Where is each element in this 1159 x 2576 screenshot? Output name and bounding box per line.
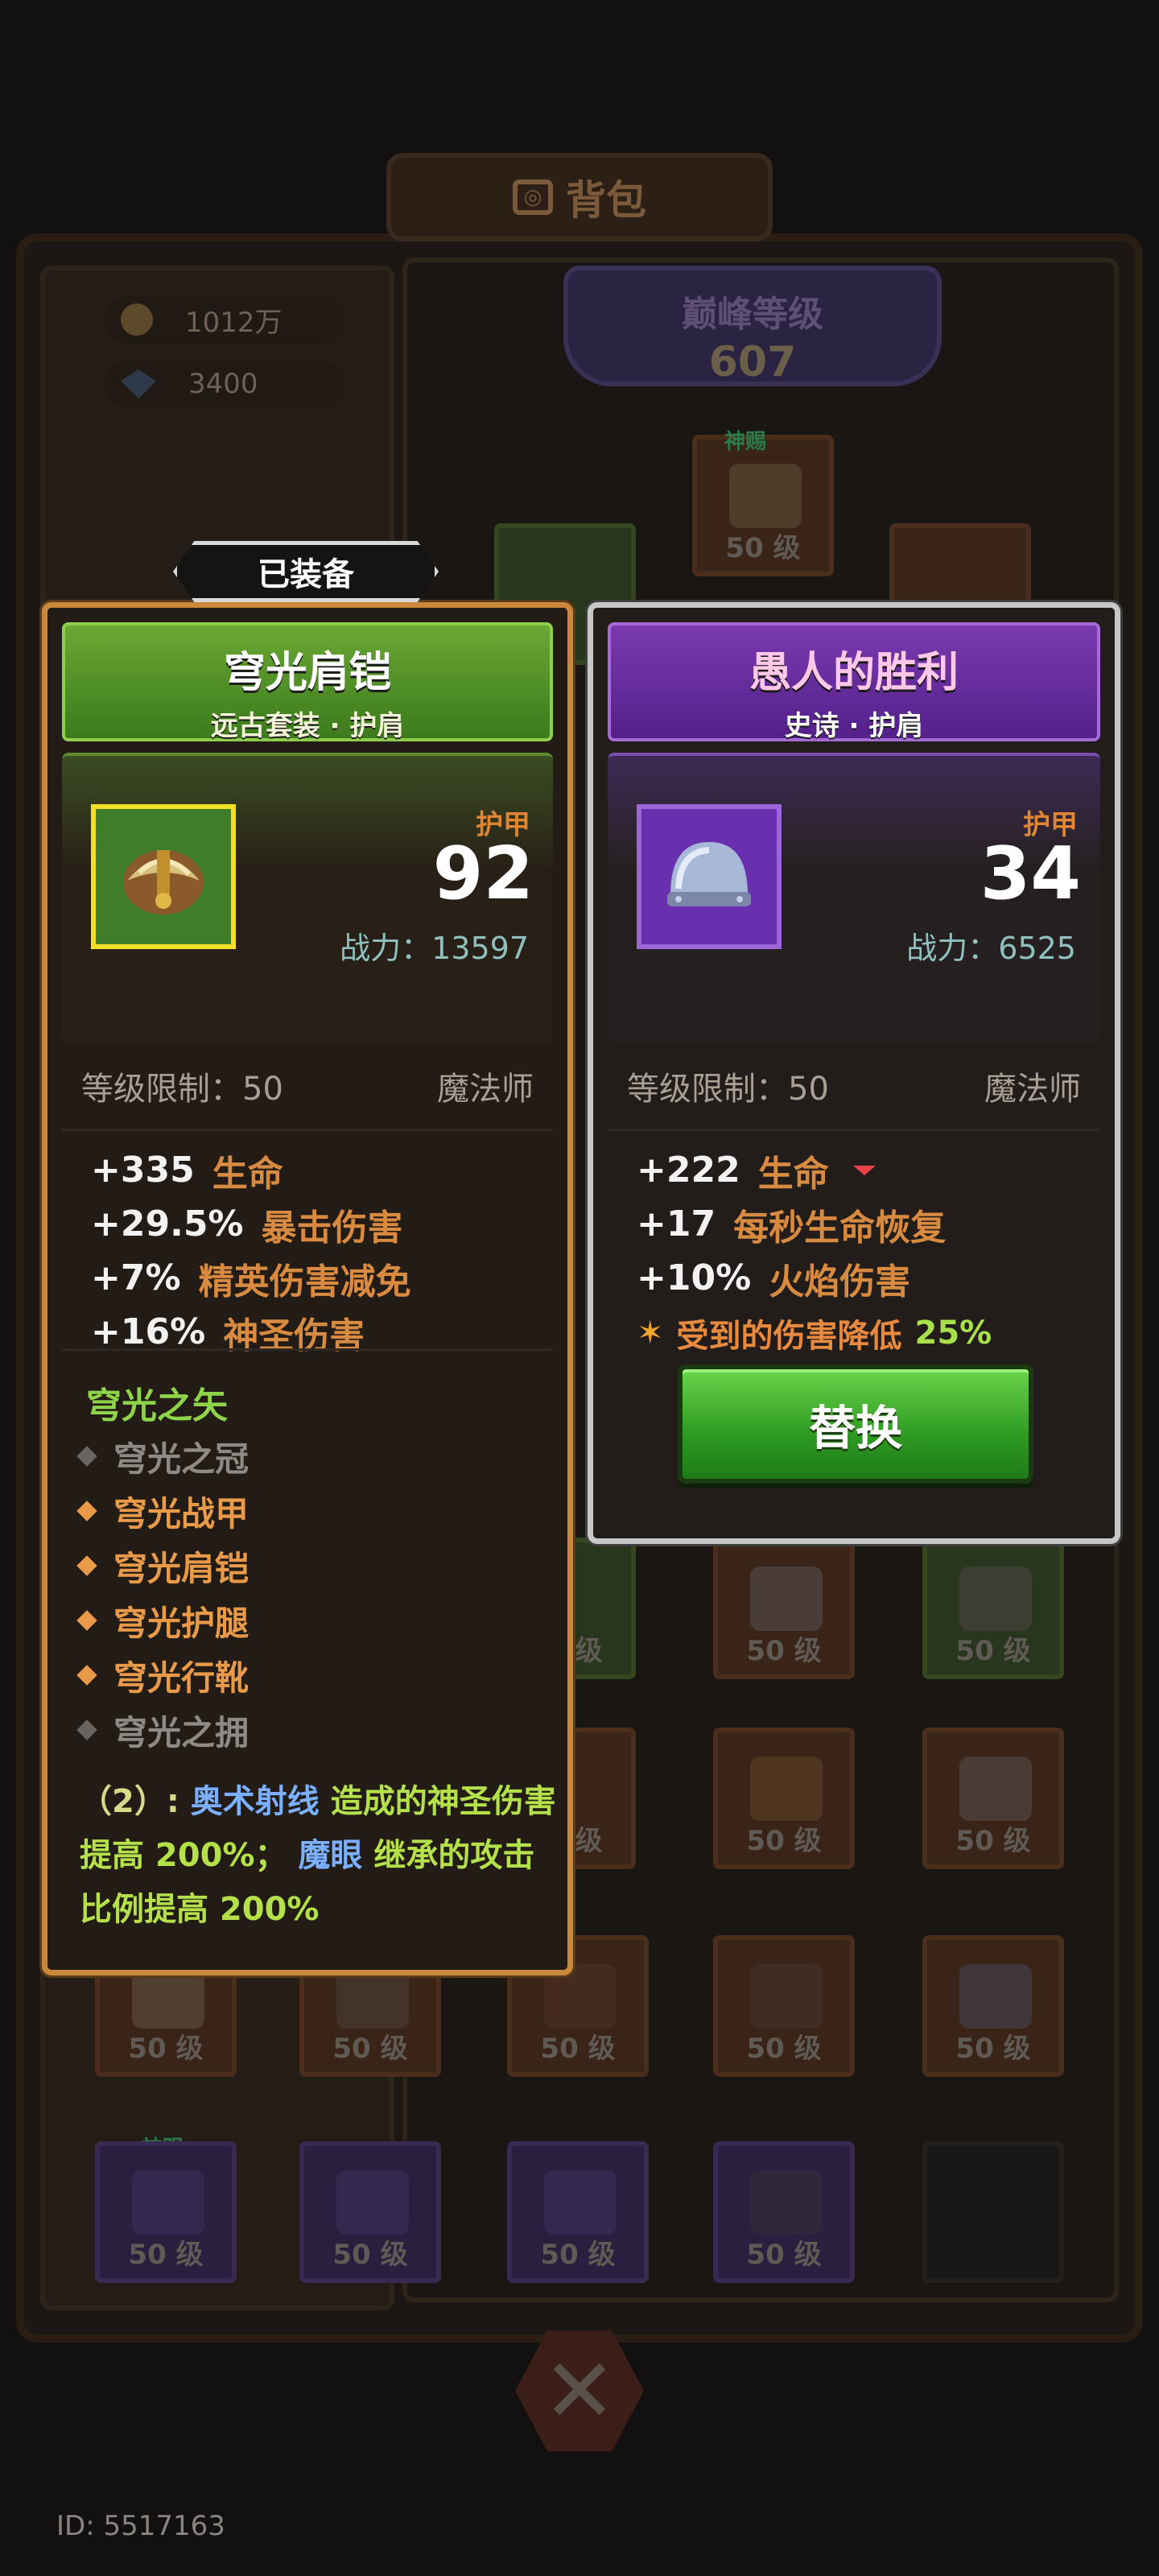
shoulder-armor-icon [91, 804, 236, 949]
inventory-empty-slot[interactable] [922, 2141, 1064, 2283]
helmet-icon [750, 2170, 823, 2235]
stat-line: +222 生命 [637, 1143, 1100, 1197]
equip-slot-book[interactable]: 50 级 [713, 1728, 855, 1869]
set-piece: 穹光肩铠 [76, 1538, 249, 1593]
candidate-item-header: 愚人的胜利 史诗 · 护肩 [608, 622, 1100, 742]
cape-icon [336, 2170, 409, 2235]
diamond-icon [76, 1610, 97, 1631]
candidate-item-card: 愚人的胜利 史诗 · 护肩 护甲 34 战力：6525 等级限制：50 魔法师 … [588, 602, 1120, 1544]
cape-icon [132, 2170, 204, 2235]
bag-icon: ◎ [513, 180, 553, 215]
inventory-cape-3[interactable]: 50 级 [507, 2141, 649, 2283]
stat-line: +7% 精英伤害减免 [91, 1257, 411, 1302]
set-bonus-text[interactable]: （2）: 奥术射线 造成的神圣伤害提高 200%； 魔眼 继承的攻击比例提高 2… [80, 1775, 563, 1960]
glove-icon [750, 1567, 823, 1631]
set-bonus-skill: 魔眼 [298, 1837, 363, 1874]
diamond-icon [76, 1665, 97, 1686]
set-piece: 穹光战甲 [76, 1484, 249, 1538]
candidate-stats: +222 生命 +17 每秒生命恢复 +10% 火焰伤害 ✶ 受到的伤害降低 2… [608, 1143, 1100, 1361]
equip-slot-gloves[interactable]: 50 级 [713, 1538, 855, 1679]
gold-amount: 1012万 [185, 306, 283, 339]
special-affix-text: 受到的伤害降低 [676, 1318, 902, 1355]
inventory-title-banner: ◎ 背包 [386, 153, 773, 242]
cape-icon [544, 2170, 617, 2235]
armor-value: 34 [980, 832, 1081, 916]
stat-line: +335 生命 [91, 1150, 283, 1195]
requirements-row: 等级限制：50 魔法师 [62, 1042, 553, 1131]
level-requirement: 等级限制：50 [81, 1070, 283, 1108]
star-icon: ✶ [637, 1315, 664, 1352]
diamond-icon [76, 1446, 97, 1467]
page-title: 背包 [566, 177, 646, 224]
set-pieces-list: 穹光之冠 穹光战甲 穹光肩铠 穹光护腿 穹光行靴 穹光之拥 [76, 1429, 249, 1757]
equipped-tag: 已装备 [173, 541, 439, 602]
equip-slot-ring[interactable]: 50 级 [922, 1935, 1064, 2077]
equip-slot-head[interactable]: 50 级 [692, 435, 834, 576]
peak-level-badge: 巅峰等级 607 [563, 266, 942, 386]
coin-icon [121, 303, 153, 336]
equipped-item-summary: 护甲 92 战力：13597 [62, 753, 553, 1042]
equipped-item-subtitle: 远古套装 · 护肩 [210, 710, 405, 742]
equipped-item-name: 穹光肩铠 [223, 649, 391, 697]
peak-level-value: 607 [708, 338, 797, 386]
set-piece: 穹光行靴 [76, 1648, 249, 1703]
set-piece: 穹光护腿 [76, 1593, 249, 1648]
divider [62, 1348, 553, 1351]
armor-value: 92 [432, 832, 534, 916]
gem-counter: 3400 [105, 359, 346, 409]
stat-line: +17 每秒生命恢复 [637, 1203, 947, 1249]
combat-power: 战力：6525 [906, 931, 1076, 966]
diamond-icon [76, 1555, 97, 1576]
equipped-stats: +335 生命 +29.5% 暴击伤害 +7% 精英伤害减免 +16% 神圣伤害 [62, 1143, 553, 1359]
equipped-item-card: 穹光肩铠 远古套装 · 护肩 护甲 92 战力：13597 等级限制：50 魔法… [42, 602, 573, 1975]
inventory-cape-1[interactable]: 50 级 [95, 2141, 237, 2283]
set-bonus-skill: 奥术射线 [190, 1783, 320, 1820]
peak-level-title: 巅峰等级 [682, 294, 823, 335]
requirements-row: 等级限制：50 魔法师 [608, 1042, 1100, 1131]
set-bonus-tier: （2）: [80, 1783, 179, 1820]
stat-line: +29.5% 暴击伤害 [91, 1203, 403, 1249]
gem-amount: 3400 [188, 368, 258, 400]
inventory-helmet[interactable]: 50 级 [713, 2141, 855, 2283]
set-piece: 穹光之拥 [76, 1703, 249, 1757]
class-requirement: 魔法师 [437, 1070, 534, 1108]
diamond-icon [76, 1501, 97, 1521]
equipped-item-header: 穹光肩铠 远古套装 · 护肩 [62, 622, 553, 742]
level-requirement: 等级限制：50 [627, 1070, 829, 1108]
candidate-item-name: 愚人的胜利 [749, 649, 959, 697]
special-affix: ✶ 受到的伤害降低 25% [637, 1305, 1100, 1361]
gold-counter: 1012万 [105, 295, 346, 345]
replace-button[interactable]: 替换 [678, 1364, 1033, 1484]
candidate-item-summary: 护甲 34 战力：6525 [608, 753, 1100, 1042]
helmet-icon [637, 804, 782, 949]
equip-slot-necklace[interactable]: 50 级 [713, 1935, 855, 2077]
special-affix-value: 25% [914, 1315, 992, 1352]
book-icon [750, 1757, 823, 1821]
diamond-icon [76, 1719, 97, 1740]
equip-slot-bracer[interactable]: 50 级 [922, 1728, 1064, 1869]
decrease-arrow-icon [852, 1165, 876, 1175]
necklace-icon [750, 1964, 823, 2029]
ring-icon [959, 1964, 1032, 2029]
crown-icon [729, 464, 802, 528]
class-requirement: 魔法师 [984, 1070, 1081, 1108]
gem-icon [121, 369, 156, 398]
equip-slot-boots[interactable]: 50 级 [922, 1538, 1064, 1679]
boot-icon [959, 1567, 1032, 1631]
candidate-item-subtitle: 史诗 · 护肩 [784, 710, 924, 742]
stat-line: +10% 火焰伤害 [637, 1257, 911, 1302]
set-name: 穹光之矢 [86, 1385, 228, 1426]
combat-power: 战力：13597 [340, 931, 529, 966]
player-id: ID: 5517163 [56, 2510, 225, 2542]
set-piece: 穹光之冠 [76, 1429, 249, 1484]
divine-tag: 神赐 [724, 430, 767, 454]
inventory-cape-2[interactable]: 50 级 [299, 2141, 441, 2283]
bracer-icon [959, 1757, 1032, 1821]
